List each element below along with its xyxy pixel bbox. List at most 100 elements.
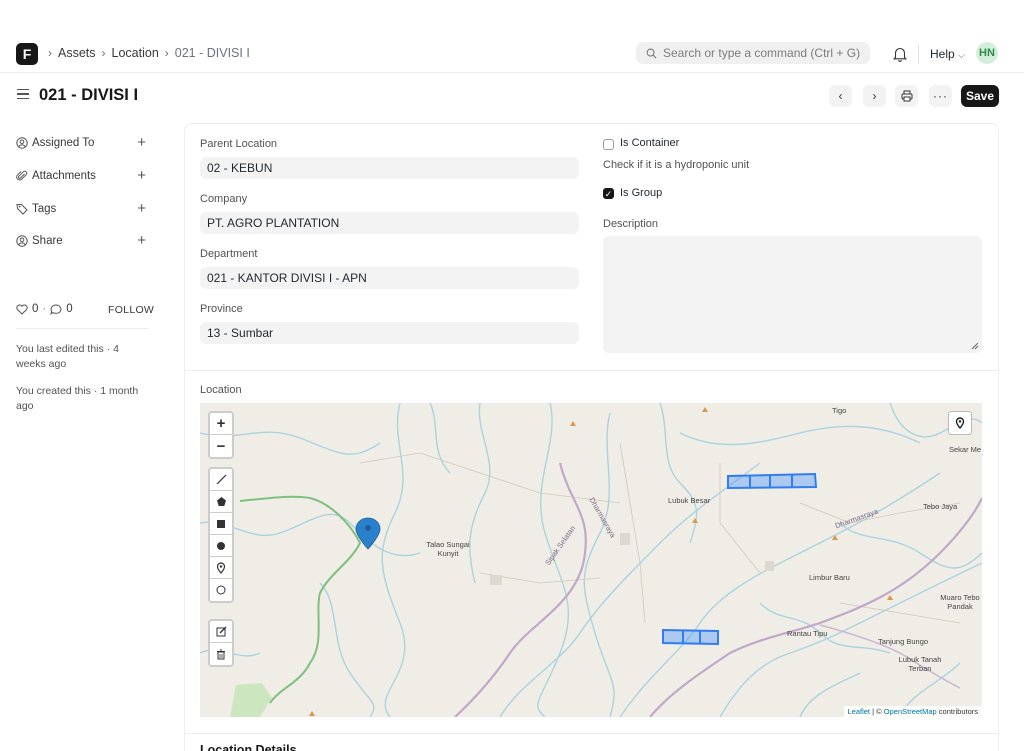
- is-group-checkbox[interactable]: ✓: [603, 188, 614, 199]
- map-label-talao: Talao SungaiKunyit: [424, 540, 472, 558]
- printer-icon: [901, 90, 913, 102]
- section-divider: [184, 370, 999, 371]
- map-label-lubuk-tanah-line1: Lubuk Tanah: [899, 655, 942, 664]
- company-field[interactable]: PT. AGRO PLANTATION: [200, 212, 579, 234]
- map-tiles: [200, 403, 982, 717]
- user-icon: [16, 137, 28, 149]
- leaflet-link[interactable]: Leaflet: [848, 707, 871, 716]
- comment-icon[interactable]: [50, 304, 62, 315]
- paperclip-icon: [16, 170, 28, 182]
- app-logo[interactable]: F: [16, 43, 38, 65]
- zoom-in-button[interactable]: +: [210, 413, 232, 435]
- edit-toolbar: [208, 619, 234, 667]
- ellipsis-icon: ···: [933, 89, 948, 103]
- section-divider: [184, 733, 999, 734]
- circle-outline-icon: [216, 585, 226, 595]
- marker-icon: [216, 562, 226, 574]
- breadcrumb: › Assets › Location › 021 - DIVISI I: [48, 46, 250, 60]
- divider: [918, 44, 919, 64]
- draw-marker-button[interactable]: [210, 557, 232, 579]
- draw-circlemarker-button[interactable]: [210, 579, 232, 601]
- next-record-button[interactable]: ›: [863, 85, 886, 107]
- draw-rectangle-button[interactable]: [210, 513, 232, 535]
- breadcrumb-location[interactable]: Location: [112, 46, 159, 60]
- map-label-tanjung-bungo: Tanjung Bungo: [878, 637, 928, 646]
- osm-link[interactable]: OpenStreetMap: [884, 707, 937, 716]
- polygon-icon: [216, 496, 227, 507]
- prev-record-button[interactable]: ‹: [829, 85, 852, 107]
- attribution-separator: | ©: [870, 707, 884, 716]
- chevron-right-icon: ›: [873, 89, 877, 103]
- divider: [16, 328, 148, 329]
- map-label-lubuk-tanah-line2: Terban: [909, 664, 932, 673]
- draw-polyline-button[interactable]: [210, 469, 232, 491]
- help-dropdown[interactable]: Help ⌵: [930, 47, 965, 61]
- breadcrumb-current[interactable]: 021 - DIVISI I: [175, 46, 250, 60]
- map-pin-icon: [955, 417, 965, 429]
- zoom-out-button[interactable]: −: [210, 435, 232, 457]
- likes-comments: 0 · 0: [16, 303, 73, 315]
- sidebar-item-label: Tags: [32, 203, 56, 215]
- department-field[interactable]: 021 - KANTOR DIVISI I - APN: [200, 267, 579, 289]
- trash-icon: [216, 649, 226, 660]
- edit-icon: [216, 626, 227, 637]
- is-group-label: Is Group: [620, 187, 662, 199]
- search-input[interactable]: Search or type a command (Ctrl + G): [636, 42, 870, 64]
- zoom-control: + −: [208, 411, 234, 459]
- map-label-limbur-baru: Limbur Baru: [809, 573, 850, 582]
- delete-layers-button[interactable]: [210, 643, 232, 665]
- save-button[interactable]: Save: [961, 85, 999, 107]
- plus-icon[interactable]: +: [137, 134, 146, 151]
- sidebar-item-attachments[interactable]: Attachments +: [16, 168, 146, 184]
- draw-toolbar: [208, 467, 234, 603]
- breadcrumb-assets[interactable]: Assets: [58, 46, 96, 60]
- sidebar-toggle-icon[interactable]: [17, 89, 29, 101]
- resize-handle-icon[interactable]: [971, 342, 979, 350]
- sidebar-item-assigned-to[interactable]: Assigned To +: [16, 135, 146, 151]
- chevron-down-icon: ⌵: [958, 50, 965, 60]
- draw-circle-button[interactable]: [210, 535, 232, 557]
- edit-layers-button[interactable]: [210, 621, 232, 643]
- section-title-location-details: Location Details: [200, 743, 297, 751]
- location-map[interactable]: Tigo Sekar Me Lubuk Besar Tebo Jaya Tala…: [200, 403, 982, 717]
- bell-icon[interactable]: [892, 45, 908, 63]
- avatar[interactable]: HN: [976, 42, 998, 64]
- more-actions-button[interactable]: ···: [929, 85, 952, 107]
- draw-polygon-button[interactable]: [210, 491, 232, 513]
- navbar: F › Assets › Location › 021 - DIVISI I S…: [0, 35, 1024, 73]
- province-field[interactable]: 13 - Sumbar: [200, 322, 579, 344]
- chevron-right-icon: ›: [165, 46, 169, 60]
- share-user-icon: [16, 235, 28, 247]
- circle-icon: [216, 541, 226, 551]
- is-container-label: Is Container: [620, 137, 679, 149]
- heart-icon[interactable]: [16, 304, 28, 315]
- sidebar-item-share[interactable]: Share +: [16, 233, 146, 249]
- map-label-rantau-tipu: Rantau Tipu: [787, 629, 827, 638]
- print-button[interactable]: [895, 85, 918, 107]
- map-label-talao-line2: Kunyit: [438, 549, 459, 558]
- plus-icon[interactable]: +: [137, 200, 146, 217]
- comments-count: 0: [66, 303, 72, 315]
- location-label: Location: [200, 384, 242, 396]
- is-container-checkbox[interactable]: [603, 139, 614, 150]
- map-label-sekar: Sekar Me: [949, 445, 981, 454]
- parent-location-field[interactable]: 02 - KEBUN: [200, 157, 579, 179]
- description-textarea[interactable]: [603, 236, 982, 353]
- search-placeholder: Search or type a command (Ctrl + G): [663, 46, 860, 60]
- map-label-muaro: Muaro TeboPandak: [938, 593, 982, 611]
- page-title: 021 - DIVISI I: [39, 86, 138, 105]
- chevron-right-icon: ›: [102, 46, 106, 60]
- sidebar-item-tags[interactable]: Tags +: [16, 201, 146, 217]
- follow-button[interactable]: FOLLOW: [108, 304, 154, 316]
- department-label: Department: [200, 248, 257, 260]
- locate-button[interactable]: [948, 411, 972, 435]
- plus-icon[interactable]: +: [137, 167, 146, 184]
- is-container-help: Check if it is a hydroponic unit: [603, 159, 749, 171]
- tag-icon: [16, 203, 28, 215]
- map-label-muaro-line1: Muaro Tebo: [940, 593, 979, 602]
- map-label-lubuk-tanah: Lubuk TanahTerban: [895, 655, 945, 673]
- plus-icon[interactable]: +: [137, 232, 146, 249]
- created-text: You created this · 1 month ago: [16, 384, 148, 414]
- province-label: Province: [200, 303, 243, 315]
- map-label-talao-line1: Talao Sungai: [426, 540, 469, 549]
